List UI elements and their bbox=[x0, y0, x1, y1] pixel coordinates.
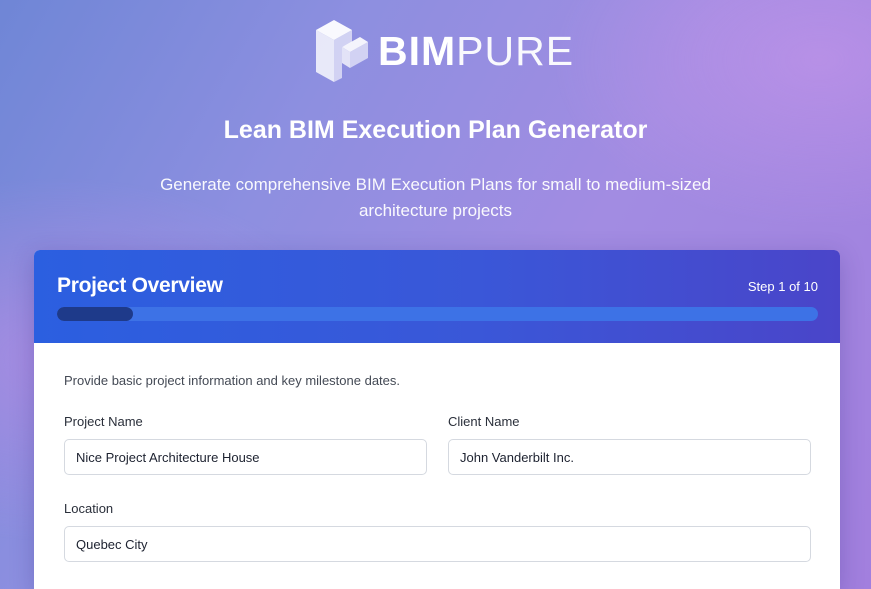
client-name-label: Client Name bbox=[448, 414, 520, 429]
brand-text-bold: BIM bbox=[378, 27, 457, 74]
wizard-card-header: Project Overview Step 1 of 10 bbox=[34, 250, 840, 343]
progress-bar-fill bbox=[57, 307, 134, 321]
location-field[interactable] bbox=[64, 526, 811, 562]
brand-wordmark: BIM PURE bbox=[378, 27, 575, 74]
bimpure-cube-icon bbox=[316, 20, 368, 82]
location-group: Location bbox=[64, 501, 811, 562]
project-name-label: Project Name bbox=[64, 414, 143, 429]
client-name-group: Client Name bbox=[448, 414, 811, 475]
progress-bar bbox=[57, 307, 818, 321]
brand-logo[interactable]: BIM PURE bbox=[312, 16, 574, 86]
section-description: Provide basic project information and ke… bbox=[64, 373, 401, 388]
step-indicator: Step 1 of 10 bbox=[747, 279, 818, 294]
project-name-group: Project Name bbox=[64, 414, 427, 475]
page-subtitle: Generate comprehensive BIM Execution Pla… bbox=[160, 175, 711, 220]
brand-text-light: PURE bbox=[456, 27, 575, 74]
page-header: BIM PURE Lean BIM Execution Plan Generato… bbox=[0, 0, 871, 250]
location-label: Location bbox=[64, 501, 114, 516]
page-title: Lean BIM Execution Plan Generator bbox=[223, 116, 648, 144]
project-name-field[interactable] bbox=[64, 439, 427, 475]
wizard-card: Project Overview Step 1 of 10 Provide ba… bbox=[34, 250, 840, 589]
section-title: Project Overview bbox=[57, 274, 223, 297]
client-name-field[interactable] bbox=[448, 439, 811, 475]
